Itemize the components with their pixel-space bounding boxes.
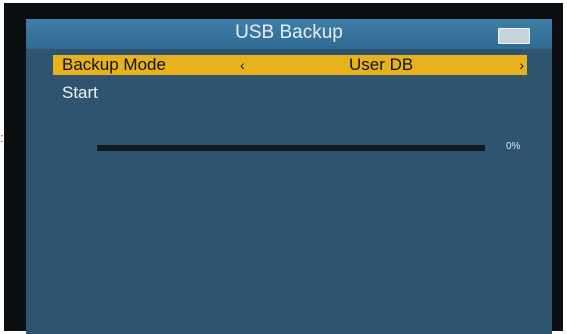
page-title: USB Backup [235,22,343,43]
progress-percent: 0% [506,141,521,152]
menu-item-label: Start [62,83,98,102]
chevron-left-icon[interactable]: ‹ [240,55,245,75]
signal-status-icon [498,28,530,44]
screen: USB Backup Backup Mode ‹ User DB › Start… [26,19,552,334]
backup-mode-value: User DB [349,55,414,74]
menu-item-start[interactable]: Start [53,83,527,103]
progress-bar [97,145,485,151]
menu-item-backup-mode[interactable]: Backup Mode ‹ User DB › [53,55,527,75]
menu-item-label: Backup Mode [62,55,166,74]
tv-bezel: USB Backup Backup Mode ‹ User DB › Start… [4,3,563,334]
chevron-right-icon[interactable]: › [519,55,524,75]
edge-mark: : [0,130,4,145]
title-bar: USB Backup [26,19,552,49]
